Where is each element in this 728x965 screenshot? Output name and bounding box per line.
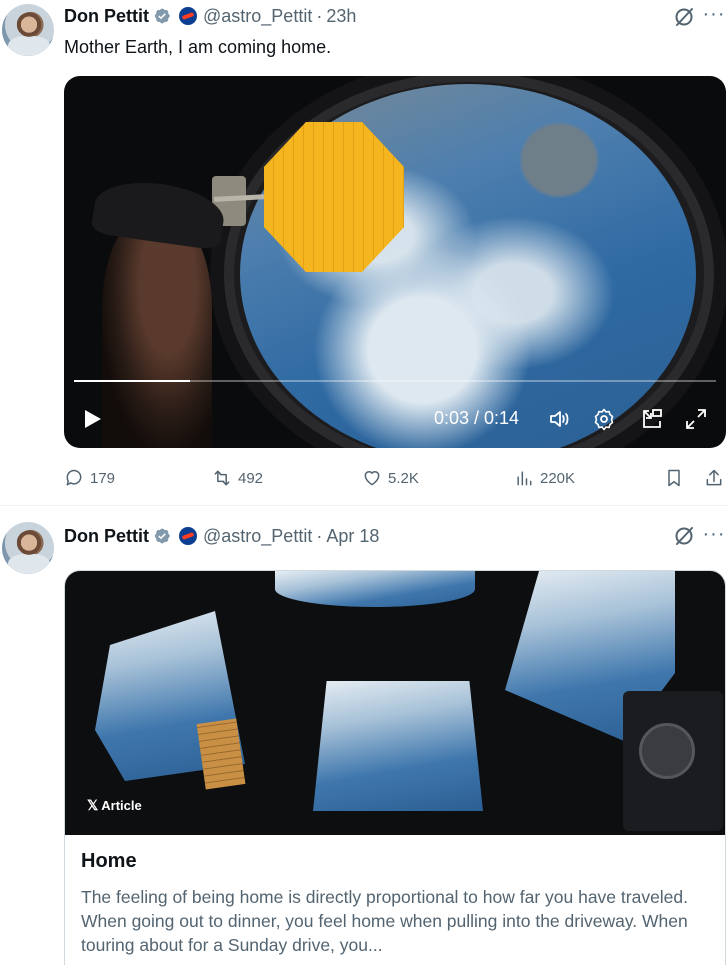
share-icon	[706, 469, 722, 486]
bookmark-button[interactable]	[664, 459, 684, 497]
author-handle[interactable]: @astro_Pettit	[203, 6, 312, 27]
settings-gear-icon[interactable]	[592, 407, 616, 431]
verified-badge-icon[interactable]	[153, 527, 171, 545]
separator-dot: ·	[316, 525, 323, 546]
avatar[interactable]	[2, 4, 54, 56]
tweet-timestamp[interactable]: 23h	[326, 6, 356, 27]
video-progress-fill	[74, 380, 190, 382]
reply-button[interactable]: 179	[64, 459, 115, 497]
views-button[interactable]: 220K	[514, 459, 575, 497]
reply-icon	[66, 469, 82, 486]
like-button[interactable]: 5.2K	[362, 459, 419, 497]
article-card[interactable]: 𝕏 Article Home The feeling of being home…	[64, 570, 726, 965]
repost-count: 492	[238, 469, 264, 487]
author-handle[interactable]: @astro_Pettit	[203, 526, 312, 547]
picture-in-picture-icon[interactable]	[640, 407, 664, 431]
article-body: Home The feeling of being home is direct…	[65, 835, 725, 965]
author-name[interactable]: Don Pettit	[64, 526, 149, 547]
video-solar-panel	[264, 122, 404, 272]
views-count: 220K	[540, 469, 576, 487]
avatar[interactable]	[2, 522, 54, 574]
volume-icon[interactable]	[548, 407, 572, 431]
avatar-face	[16, 530, 42, 558]
more-options-icon[interactable]: ···	[702, 524, 726, 550]
article-title[interactable]: Home	[81, 849, 711, 873]
repost-icon	[214, 470, 230, 486]
article-badge: 𝕏 Article	[87, 797, 142, 814]
tweet[interactable]: Don Pettit @astro_Pettit · 23h ··· Mothe…	[0, 0, 728, 505]
video-astronaut-cap	[90, 175, 228, 251]
agency-affiliation-icon[interactable]	[179, 527, 197, 545]
tweet-header: Don Pettit @astro_Pettit · 23h	[64, 4, 356, 28]
verified-badge-icon[interactable]	[153, 7, 171, 25]
grok-icon[interactable]	[672, 524, 696, 548]
avatar-face	[16, 12, 42, 40]
repost-button[interactable]: 492	[212, 459, 263, 497]
tweet-text: Mother Earth, I am coming home.	[64, 37, 332, 57]
cupola-window-center	[313, 681, 483, 811]
video-time: 0:03 / 0:14	[434, 408, 520, 428]
views-chart-icon	[517, 471, 532, 486]
tweet-actions: 179 492 5.2K 220K	[64, 459, 728, 497]
agency-affiliation-icon[interactable]	[179, 7, 197, 25]
fullscreen-icon[interactable]	[684, 407, 708, 431]
article-excerpt: The feeling of being home is directly pr…	[81, 887, 689, 955]
grok-icon[interactable]	[672, 5, 696, 29]
tweet-timestamp[interactable]: Apr 18	[326, 526, 379, 547]
bookmark-icon	[668, 469, 680, 487]
heart-icon	[364, 471, 380, 486]
more-options-icon[interactable]: ···	[702, 4, 726, 30]
video-astronaut	[102, 216, 212, 448]
author-name[interactable]: Don Pettit	[64, 6, 149, 27]
video-progress-bar[interactable]	[74, 380, 716, 382]
share-button[interactable]	[704, 459, 724, 497]
video-player[interactable]: 0:03 / 0:14	[64, 76, 726, 448]
separator-dot: ·	[316, 5, 323, 26]
cupola-window-top	[275, 571, 475, 607]
article-cover-image: 𝕏 Article	[65, 571, 725, 835]
play-icon[interactable]	[80, 407, 104, 431]
like-count: 5.2K	[388, 469, 419, 487]
x-logo-icon: 𝕏	[87, 797, 99, 813]
reply-count: 179	[90, 469, 116, 487]
tweet[interactable]: Don Pettit @astro_Pettit · Apr 18 ··· 𝕏 …	[0, 506, 728, 965]
cupola-equipment-dial	[639, 723, 695, 779]
tweet-header: Don Pettit @astro_Pettit · Apr 18	[64, 524, 379, 548]
article-badge-label: Article	[101, 798, 142, 813]
